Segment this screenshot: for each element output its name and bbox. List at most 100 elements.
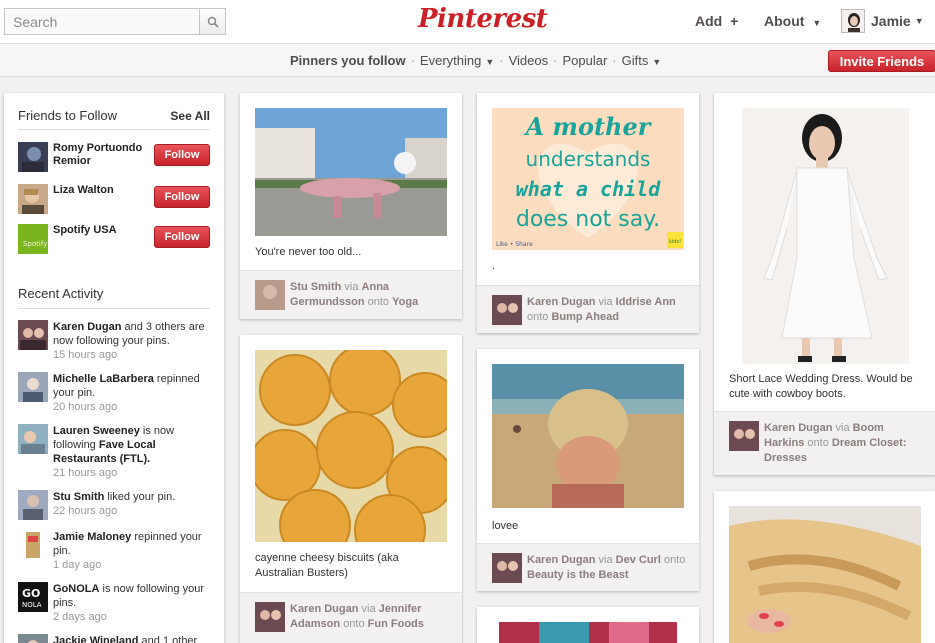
pin-image[interactable] [255,350,447,542]
pinner-name[interactable]: Karen Dugan [527,554,595,566]
avatar[interactable] [18,424,48,454]
board-name[interactable]: Bump Ahead [551,311,618,323]
pin-card[interactable] [714,491,935,643]
add-menu[interactable]: Add + [695,13,738,29]
activity-actor[interactable]: GoNOLA [53,583,99,595]
nav-popular[interactable]: Popular [562,53,607,68]
avatar[interactable] [492,295,522,325]
source-name[interactable]: Dev Curl [616,554,661,566]
search-button[interactable] [199,8,226,35]
nav-everything[interactable]: Everything ▼ [420,53,494,68]
about-menu[interactable]: About ▼ [764,13,821,29]
svg-text:Spotify: Spotify [23,240,47,248]
chevron-down-icon: ▼ [914,16,924,26]
avatar[interactable] [18,142,48,172]
via-label: via [344,281,359,293]
pin-card[interactable]: A mother understands what a child does n… [477,93,699,333]
pinner-name[interactable]: Stu Smith [290,281,341,293]
pin-image[interactable] [255,108,447,236]
quote-line-3: what a child [516,177,661,201]
pin-description: . [492,260,496,272]
pin-card[interactable]: cayenne cheesy biscuits (aka Australian … [240,335,462,643]
pinner-name[interactable]: Karen Dugan [527,296,595,308]
attribution-text: Karen Dugan via Dev Curl onto Beauty is … [527,553,687,583]
friend-suggestion: Spotify Spotify USA Follow [18,224,210,254]
pinterest-logo[interactable]: Pinterest [418,4,548,34]
activity-text: Jackie Wineland and 1 other [53,634,210,643]
avatar[interactable] [18,490,48,520]
add-label: Add [695,13,723,29]
nav-videos[interactable]: Videos [509,53,549,68]
user-menu[interactable]: Jamie ▼ [841,9,924,33]
search-input[interactable] [4,8,199,35]
board-name[interactable]: Yoga [392,296,418,308]
avatar[interactable] [18,372,48,402]
activity-actor[interactable]: Stu Smith [53,491,104,503]
nav-everything-label: Everything [419,53,482,68]
pin-card[interactable]: lovee Karen Dugan via Dev Curl onto Beau… [477,349,699,591]
friend-name[interactable]: Spotify USA [53,224,153,237]
activity-text: Karen Dugan and 3 others are now followi… [53,320,210,362]
via-label: via [361,603,376,615]
avatar[interactable] [255,602,285,632]
separator: · [553,53,558,68]
pin-image[interactable]: A mother understands what a child does n… [492,108,684,250]
avatar[interactable] [18,634,48,643]
pin-image[interactable] [742,108,909,364]
pinner-name[interactable]: Karen Dugan [290,603,358,615]
divider [18,129,210,130]
pin-image[interactable] [729,506,921,643]
avatar[interactable] [18,184,48,214]
separator: · [410,53,415,68]
sidebar: Friends to Follow See All Romy Portuondo… [4,93,224,643]
pinner-name[interactable]: Karen Dugan [764,422,832,434]
source-name[interactable]: Iddrise Ann [616,296,676,308]
pin-description: cayenne cheesy biscuits (aka Australian … [255,552,399,579]
friends-to-follow-heading: Friends to Follow [18,108,117,123]
pin-card[interactable] [477,607,699,643]
avatar[interactable] [729,421,759,451]
activity-time: 2 days ago [53,611,107,623]
pin-card[interactable]: You're never too old... Stu Smith via An… [240,93,462,319]
via-label: via [598,554,613,566]
board-name[interactable]: Fun Foods [368,618,424,630]
gonola-logo-icon[interactable]: GONOLA [18,582,48,612]
board-name[interactable]: Beauty is the Beast [527,569,628,581]
activity-actor[interactable]: Lauren Sweeney [53,425,140,437]
avatar[interactable] [492,553,522,583]
see-all-link[interactable]: See All [170,109,210,123]
nav-gifts[interactable]: Gifts ▼ [622,53,662,68]
onto-label: onto [527,311,549,323]
activity-time: 15 hours ago [53,349,118,361]
avatar[interactable] [255,280,285,310]
avatar[interactable]: Spotify [18,224,48,254]
search-box [4,8,226,35]
activity-actor[interactable]: Karen Dugan [53,321,121,333]
pin-attribution: Karen Dugan via Iddrise Ann onto Bump Ah… [477,285,699,333]
activity-time: 21 hours ago [53,467,118,479]
invite-friends-button[interactable]: Invite Friends [828,50,935,72]
activity-time: 1 day ago [53,559,102,571]
quote-line-4: does not say. [516,207,660,232]
follow-button[interactable]: Follow [154,226,210,248]
recent-activity-heading: Recent Activity [18,286,104,301]
activity-actor[interactable]: Jamie Maloney [53,531,131,543]
quote-line-1: A mother [524,112,653,141]
avatar[interactable] [18,320,48,350]
activity-actor[interactable]: Michelle LaBarbera [53,373,154,385]
pin-card[interactable]: Short Lace Wedding Dress. Would be cute … [714,93,935,475]
pin-image[interactable] [499,622,677,643]
kids-badge-text: kids! [669,239,681,245]
nav-pinners-you-follow[interactable]: Pinners you follow [290,53,406,68]
onto-label: onto [367,296,390,308]
activity-text: GoNOLA is now following your pins. 2 day… [53,582,210,624]
follow-button[interactable]: Follow [154,186,210,208]
follow-button[interactable]: Follow [154,144,210,166]
friend-suggestion: Romy Portuondo Remior Follow [18,142,210,172]
avatar[interactable] [18,530,48,560]
pin-image[interactable] [492,364,684,508]
activity-actor[interactable]: Jackie Wineland [53,635,139,643]
chevron-down-icon: ▼ [652,57,662,67]
friend-name[interactable]: Liza Walton [53,184,153,197]
friend-name[interactable]: Romy Portuondo Remior [53,142,153,168]
